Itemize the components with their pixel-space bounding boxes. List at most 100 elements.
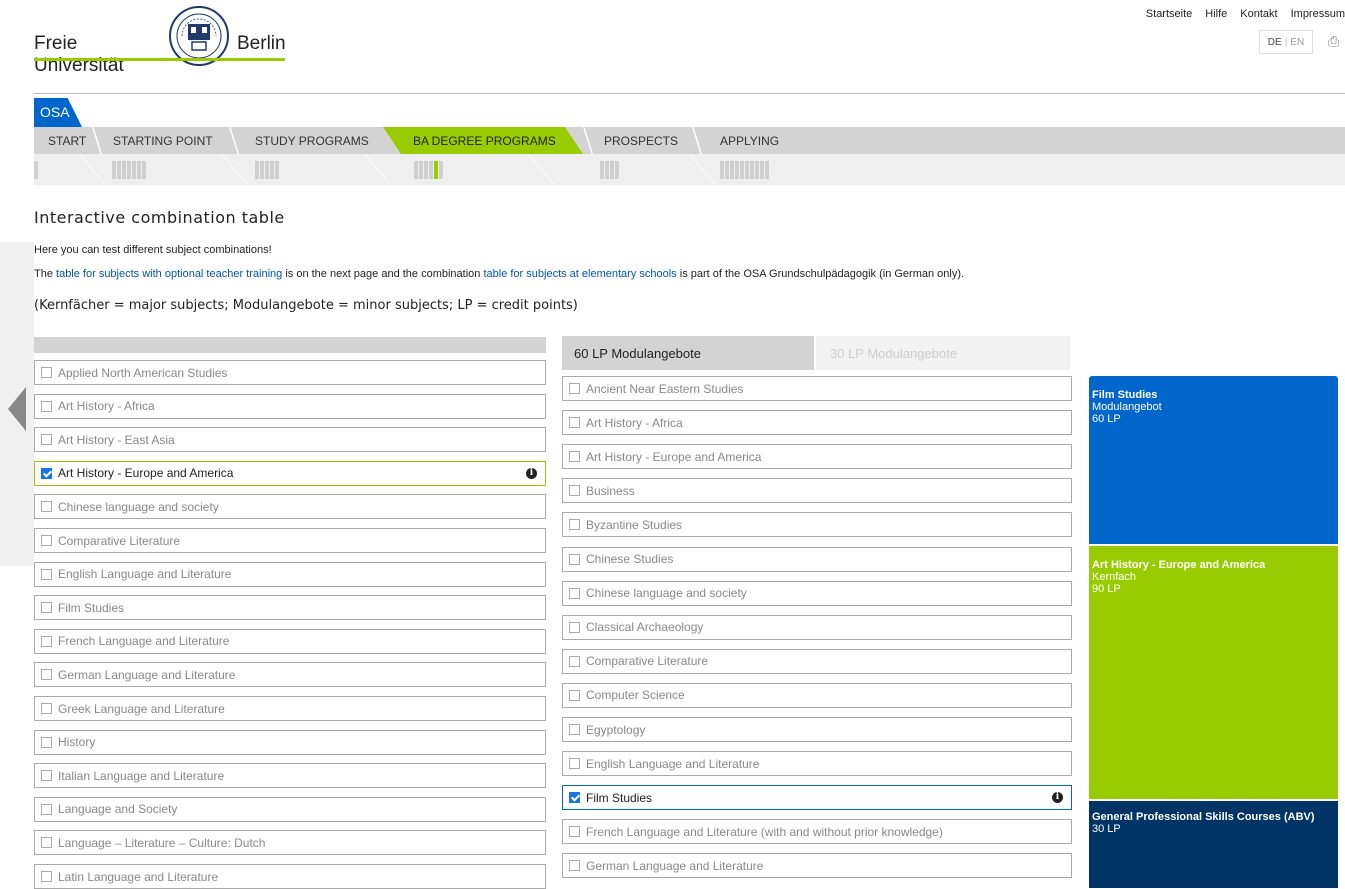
checkbox-icon[interactable] bbox=[41, 669, 52, 681]
progress-step bbox=[600, 161, 604, 179]
info-icon[interactable]: i bbox=[526, 467, 537, 479]
subject-option[interactable]: Greek Language and Literature bbox=[34, 696, 546, 721]
top-link-startseite[interactable]: Startseite bbox=[1146, 8, 1192, 20]
checkbox-icon[interactable] bbox=[569, 860, 580, 872]
progress-step bbox=[137, 161, 141, 179]
subject-label: Ancient Near Eastern Studies bbox=[586, 381, 744, 396]
info-icon[interactable]: i bbox=[1052, 792, 1063, 804]
checkbox-icon[interactable] bbox=[41, 803, 52, 815]
tab-study-programs[interactable]: STUDY PROGRAMS bbox=[255, 127, 369, 154]
subject-option[interactable]: Film Studies bbox=[34, 595, 546, 621]
checkbox-icon[interactable] bbox=[41, 837, 52, 849]
printer-icon[interactable]: ⎙ bbox=[1328, 33, 1339, 50]
top-link-kontakt[interactable]: Kontakt bbox=[1240, 8, 1277, 20]
checkbox-checked-icon[interactable] bbox=[569, 792, 580, 804]
subject-option[interactable]: Art History - East Asia bbox=[34, 427, 546, 453]
main-tab-bar: START STARTING POINT STUDY PROGRAMS BA D… bbox=[34, 127, 1345, 154]
lang-en[interactable]: EN bbox=[1290, 37, 1304, 48]
previous-page-tab[interactable] bbox=[0, 242, 34, 566]
checkbox-icon[interactable] bbox=[41, 535, 52, 546]
subject-label: Art History - Europe and America bbox=[58, 466, 234, 481]
tab-60-lp-modulangebote[interactable]: 60 LP Modulangebote bbox=[562, 336, 814, 370]
subject-option[interactable]: Art History - Africa bbox=[34, 393, 546, 419]
checkbox-icon[interactable] bbox=[569, 417, 580, 429]
subject-option[interactable]: Ancient Near Eastern Studies bbox=[562, 376, 1072, 401]
tab-separator bbox=[229, 127, 239, 154]
subject-option[interactable]: French Language and Literature (with and… bbox=[562, 819, 1072, 845]
subject-option[interactable]: Latin Language and Literature bbox=[34, 864, 546, 889]
intro-text-part: is on the next page and the combination bbox=[282, 268, 484, 280]
subject-option[interactable]: English Language and Literature bbox=[34, 561, 546, 587]
subject-option[interactable]: Byzantine Studies bbox=[562, 512, 1072, 538]
subject-option[interactable]: German Language and Literature bbox=[562, 853, 1072, 879]
progress-step bbox=[117, 161, 121, 179]
checkbox-icon[interactable] bbox=[569, 826, 580, 838]
progress-step bbox=[720, 161, 724, 179]
subject-option[interactable]: German Language and Literature bbox=[34, 662, 546, 688]
checkbox-icon[interactable] bbox=[41, 400, 52, 412]
subject-option[interactable]: Italian Language and Literature bbox=[34, 763, 546, 789]
checkbox-icon[interactable] bbox=[569, 485, 580, 497]
progress-step bbox=[610, 161, 614, 179]
checkbox-icon[interactable] bbox=[569, 519, 580, 531]
top-link-impressum[interactable]: Impressum bbox=[1291, 8, 1345, 20]
checkbox-icon[interactable] bbox=[569, 689, 580, 701]
checkbox-icon[interactable] bbox=[41, 367, 52, 378]
top-navigation: Startseite Hilfe Kontakt Impressum bbox=[1146, 8, 1345, 20]
tab-applying[interactable]: APPLYING bbox=[720, 127, 779, 154]
subject-label: Comparative Literature bbox=[586, 654, 709, 669]
subject-option[interactable]: Art History - Africa bbox=[562, 410, 1072, 436]
summary-abv-lp: 30 LP bbox=[1092, 823, 1121, 835]
checkbox-icon[interactable] bbox=[569, 758, 580, 770]
checkbox-icon[interactable] bbox=[41, 635, 52, 647]
subject-option[interactable]: Art History - Europe and America bbox=[562, 444, 1072, 470]
checkbox-icon[interactable] bbox=[41, 434, 52, 446]
checkbox-icon[interactable] bbox=[41, 871, 52, 882]
subject-option[interactable]: Language and Society bbox=[34, 796, 546, 822]
lang-de[interactable]: DE bbox=[1268, 37, 1282, 48]
subject-option[interactable]: Art History - Europe and America i bbox=[34, 460, 546, 486]
checkbox-icon[interactable] bbox=[569, 383, 580, 394]
checkbox-icon[interactable] bbox=[569, 553, 580, 565]
subject-option[interactable]: French Language and Literature bbox=[34, 628, 546, 654]
checkbox-icon[interactable] bbox=[569, 621, 580, 633]
checkbox-checked-icon[interactable] bbox=[41, 467, 52, 479]
tab-start[interactable]: START bbox=[48, 127, 86, 154]
progress-step bbox=[127, 161, 131, 179]
checkbox-icon[interactable] bbox=[41, 736, 52, 748]
checkbox-icon[interactable] bbox=[41, 602, 52, 614]
subject-option[interactable]: English Language and Literature bbox=[562, 751, 1072, 777]
subject-option[interactable]: Chinese language and society bbox=[562, 580, 1072, 606]
subject-option[interactable]: Film Studies i bbox=[562, 785, 1072, 811]
tab-prospects[interactable]: PROSPECTS bbox=[604, 127, 678, 154]
checkbox-icon[interactable] bbox=[41, 703, 52, 714]
subject-option[interactable]: Applied North American Studies bbox=[34, 360, 546, 385]
progress-step bbox=[735, 161, 739, 179]
tab-starting-point[interactable]: STARTING POINT bbox=[113, 127, 213, 154]
subject-option[interactable]: Computer Science bbox=[562, 682, 1072, 708]
progress-step bbox=[765, 161, 769, 179]
link-elementary-school-table[interactable]: table for subjects at elementary schools bbox=[483, 268, 676, 280]
tab-ba-degree-programs[interactable]: BA DEGREE PROGRAMS bbox=[413, 127, 556, 154]
checkbox-icon[interactable] bbox=[41, 568, 52, 580]
link-teacher-training-table[interactable]: table for subjects with optional teacher… bbox=[56, 268, 282, 280]
checkbox-icon[interactable] bbox=[569, 587, 580, 599]
subject-option[interactable]: Egyptology bbox=[562, 717, 1072, 742]
subject-option[interactable]: Chinese language and society bbox=[34, 494, 546, 520]
subject-option[interactable]: Chinese Studies bbox=[562, 546, 1072, 572]
checkbox-icon[interactable] bbox=[41, 770, 52, 782]
subject-option[interactable]: Comparative Literature bbox=[562, 648, 1072, 674]
subject-option[interactable]: History bbox=[34, 729, 546, 755]
subject-option[interactable]: Business bbox=[562, 478, 1072, 504]
subject-option[interactable]: Classical Archaeology bbox=[562, 614, 1072, 640]
checkbox-icon[interactable] bbox=[41, 501, 52, 513]
progress-divider bbox=[48, 154, 107, 185]
checkbox-icon[interactable] bbox=[569, 451, 580, 463]
checkbox-icon[interactable] bbox=[569, 724, 580, 735]
tab-30-lp-modulangebote[interactable]: 30 LP Modulangebote bbox=[816, 336, 1070, 370]
progress-step bbox=[725, 161, 729, 179]
top-link-hilfe[interactable]: Hilfe bbox=[1205, 8, 1227, 20]
subject-option[interactable]: Comparative Literature bbox=[34, 528, 546, 553]
checkbox-icon[interactable] bbox=[569, 655, 580, 667]
subject-option[interactable]: Language – Literature – Culture: Dutch bbox=[34, 830, 546, 856]
